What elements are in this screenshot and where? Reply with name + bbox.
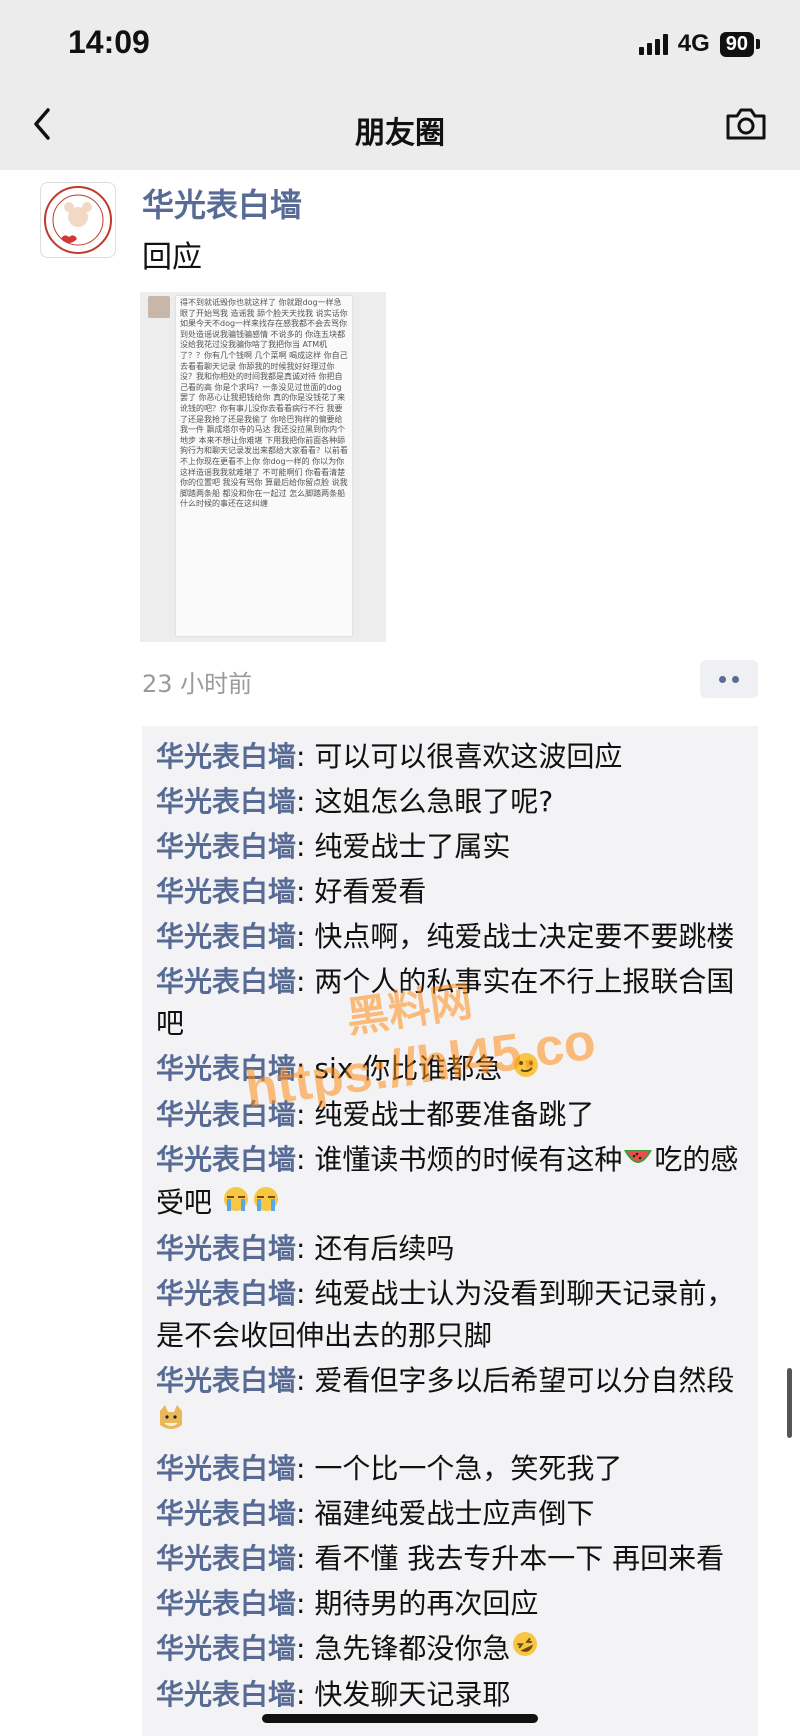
comment-separator: :: [296, 1497, 315, 1530]
comment-author[interactable]: 华光表白墙: [156, 920, 296, 953]
comment-separator: :: [296, 1277, 315, 1310]
battery-icon: [756, 39, 760, 49]
comment-item[interactable]: 华光表白墙: 可以可以很喜欢这波回应: [156, 736, 744, 778]
comment-author[interactable]: 华光表白墙: [156, 740, 296, 773]
comment-item[interactable]: 华光表白墙: 纯爱战士认为没看到聊天记录前，是不会收回伸出去的那只脚: [156, 1273, 744, 1357]
comment-text: 谁懂读书烦的时候有这种: [314, 1143, 623, 1176]
comment-text: 福建纯爱战士应声倒下: [314, 1497, 595, 1530]
home-indicator[interactable]: [262, 1714, 538, 1723]
comment-text: six 你比谁都急: [314, 1052, 503, 1085]
comment-author[interactable]: 华光表白墙: [156, 1052, 296, 1085]
comment-item[interactable]: 华光表白墙: 还有后续吗: [156, 1228, 744, 1270]
network-type: 4G: [677, 30, 710, 57]
post-text: 回应: [142, 240, 202, 275]
comment-item[interactable]: 华光表白墙: 两个人的私事实在不行上报联合国吧: [156, 961, 744, 1045]
avatar-logo-icon: [44, 186, 112, 254]
comment-separator: :: [296, 965, 315, 998]
comment-author[interactable]: 华光表白墙: [156, 1632, 296, 1665]
page-title: 朋友圈: [355, 116, 445, 151]
comment-text: 纯爱战士都要准备跳了: [314, 1098, 595, 1131]
comment-item[interactable]: 华光表白墙: 纯爱战士了属实: [156, 826, 744, 868]
crying-emoji-icon: [221, 1183, 281, 1225]
post-author[interactable]: 华光表白墙: [142, 180, 302, 226]
comment-text: 快点啊，纯爱战士决定要不要跳楼: [314, 920, 735, 953]
comment-separator: :: [296, 1098, 315, 1131]
comment-item[interactable]: 华光表白墙: 纯爱战士都要准备跳了: [156, 1094, 744, 1136]
comment-text: 急先锋都没你急: [314, 1632, 511, 1665]
comment-author[interactable]: 华光表白墙: [156, 1497, 296, 1530]
comment-separator: :: [296, 785, 315, 818]
comment-item[interactable]: 华光表白墙: 快发聊天记录耶: [156, 1674, 744, 1716]
comment-author[interactable]: 华光表白墙: [156, 1098, 296, 1131]
signal-icon: [638, 33, 668, 55]
image-text: 得不到就诋毁你也就这样了 你就跟dog一样急眼了开始骂我 造谣我 舔个脸天天找我…: [176, 296, 352, 636]
comment-item[interactable]: 华光表白墙: 这姐怎么急眼了呢?: [156, 781, 744, 823]
smirk-emoji-icon: [511, 1049, 541, 1091]
comment-author[interactable]: 华光表白墙: [156, 1143, 296, 1176]
post-timestamp: 23 小时前: [142, 670, 253, 698]
comment-text: 好看爱看: [314, 875, 427, 908]
comment-separator: :: [296, 830, 315, 863]
dot-icon: [719, 675, 726, 683]
post-image[interactable]: 得不到就诋毁你也就这样了 你就跟dog一样急眼了开始骂我 造谣我 舔个脸天天找我…: [140, 292, 386, 642]
comment-author[interactable]: 华光表白墙: [156, 1542, 296, 1575]
comment-item[interactable]: 华光表白墙: 期待男的再次回应: [156, 1583, 744, 1625]
comment-item[interactable]: 华光表白墙: 好看爱看: [156, 871, 744, 913]
comment-text: 看不懂 我去专升本一下 再回来看: [314, 1542, 725, 1575]
comment-text: 还有后续吗: [314, 1232, 455, 1265]
camera-button[interactable]: [722, 104, 770, 144]
watermelon-emoji-icon: [622, 1140, 654, 1182]
comment-author[interactable]: 华光表白墙: [156, 875, 296, 908]
comment-separator: :: [296, 875, 315, 908]
comment-item[interactable]: 华光表白墙: 快点啊，纯爱战士决定要不要跳楼: [156, 916, 744, 958]
comment-text: 可以可以很喜欢这波回应: [314, 740, 623, 773]
comment-author[interactable]: 华光表白墙: [156, 1364, 296, 1397]
comment-text: 纯爱战士了属实: [314, 830, 511, 863]
comment-separator: :: [296, 1587, 315, 1620]
avatar[interactable]: [40, 182, 116, 258]
comment-text: 快发聊天记录耶: [314, 1678, 511, 1711]
comment-author[interactable]: 华光表白墙: [156, 1277, 296, 1310]
comment-separator: :: [296, 1542, 315, 1575]
comment-separator: :: [296, 1364, 315, 1397]
comment-separator: :: [296, 1232, 315, 1265]
comment-item[interactable]: 华光表白墙: six 你比谁都急: [156, 1048, 744, 1091]
comment-item[interactable]: 华光表白墙: 急先锋都没你急: [156, 1628, 744, 1671]
status-indicators: 4G 90: [638, 30, 760, 58]
top-bar: 14:09 4G 90 朋友圈: [0, 0, 800, 170]
comment-separator: :: [296, 1452, 315, 1485]
comment-text: 一个比一个急，笑死我了: [314, 1452, 623, 1485]
more-actions-button[interactable]: [700, 660, 758, 698]
image-avatar: [148, 296, 170, 318]
comment-separator: :: [296, 920, 315, 953]
battery-level: 90: [719, 31, 754, 57]
status-time: 14:09: [68, 24, 150, 60]
doge-emoji-icon: [156, 1403, 186, 1445]
comment-item[interactable]: 华光表白墙: 看不懂 我去专升本一下 再回来看: [156, 1538, 744, 1580]
camera-icon: [726, 108, 766, 140]
comment-item[interactable]: 华光表白墙: 福建纯爱战士应声倒下: [156, 1493, 744, 1535]
comment-separator: :: [296, 1143, 315, 1176]
comment-text: 期待男的再次回应: [314, 1587, 539, 1620]
comment-author[interactable]: 华光表白墙: [156, 1452, 296, 1485]
comment-item[interactable]: 华光表白墙: 一个比一个急，笑死我了: [156, 1448, 744, 1490]
dot-icon: [732, 675, 739, 683]
comment-separator: :: [296, 740, 315, 773]
comment-separator: :: [296, 1632, 315, 1665]
comment-author[interactable]: 华光表白墙: [156, 1587, 296, 1620]
comment-list: 华光表白墙: 可以可以很喜欢这波回应 华光表白墙: 这姐怎么急眼了呢? 华光表白…: [142, 726, 758, 1736]
rofl-emoji-icon: [510, 1629, 540, 1671]
comment-item[interactable]: 华光表白墙: 谁懂读书烦的时候有这种 吃的感受吧: [156, 1139, 744, 1225]
comment-author[interactable]: 华光表白墙: [156, 830, 296, 863]
comment-item[interactable]: 华光表白墙: 爱看但字多以后希望可以分自然段: [156, 1360, 744, 1445]
comment-separator: :: [296, 1678, 315, 1711]
scrollbar[interactable]: [787, 1368, 792, 1438]
comment-author[interactable]: 华光表白墙: [156, 1678, 296, 1711]
comment-separator: :: [296, 1052, 315, 1085]
comment-author[interactable]: 华光表白墙: [156, 965, 296, 998]
comment-text: 爱看但字多以后希望可以分自然段: [314, 1364, 735, 1397]
comment-text: 这姐怎么急眼了呢?: [314, 785, 554, 818]
comment-author[interactable]: 华光表白墙: [156, 785, 296, 818]
comment-author[interactable]: 华光表白墙: [156, 1232, 296, 1265]
